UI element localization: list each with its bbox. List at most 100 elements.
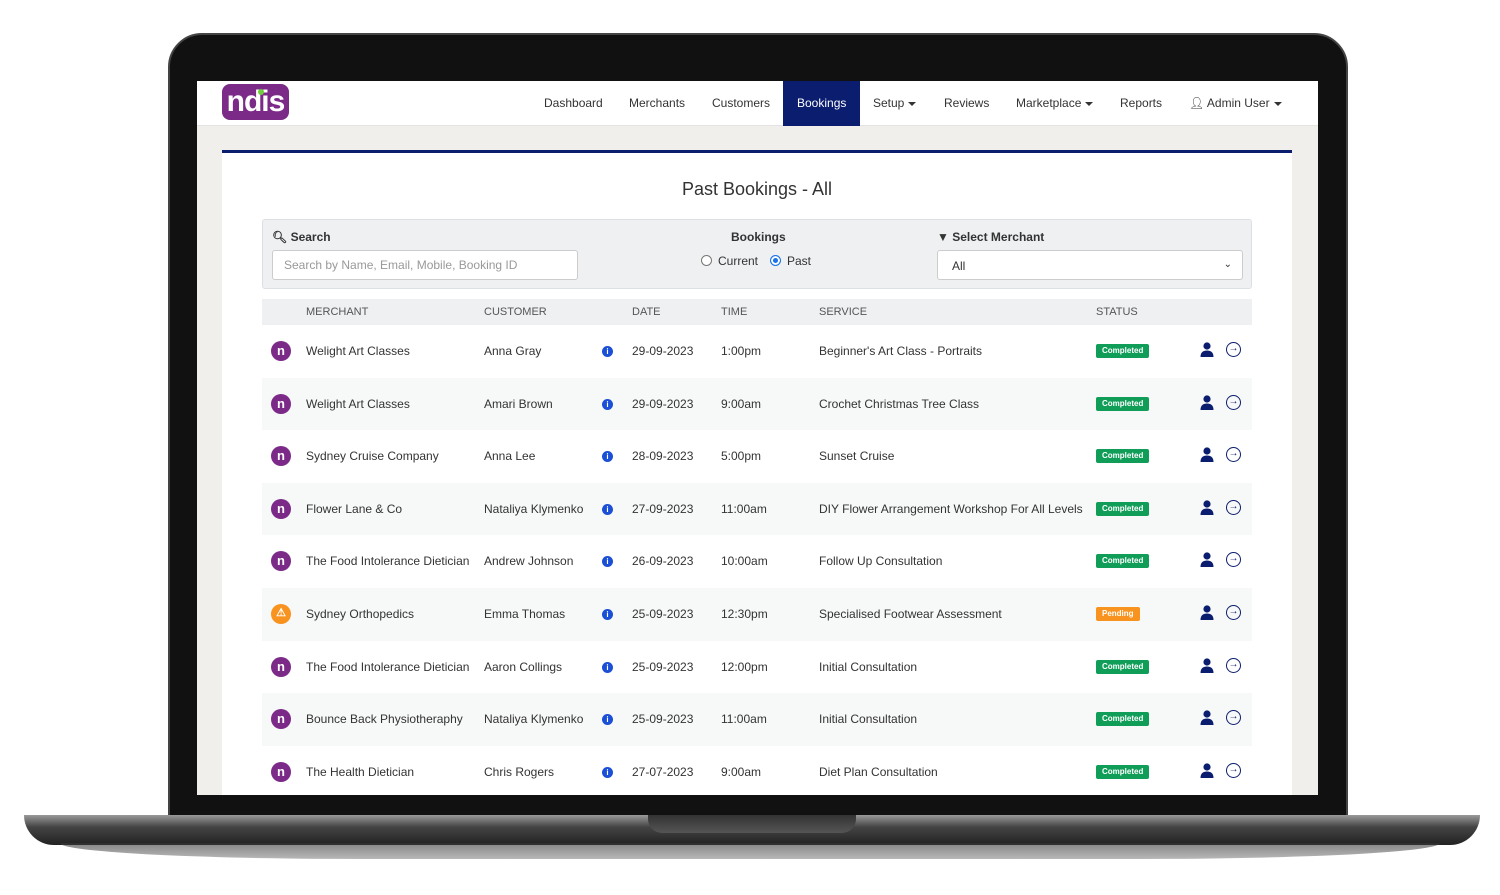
user-icon[interactable] bbox=[1200, 552, 1214, 568]
merchant-avatar: n bbox=[271, 709, 291, 730]
arrow-right-circle-icon[interactable]: → bbox=[1226, 762, 1241, 778]
cell-service: DIY Flower Arrangement Workshop For All … bbox=[819, 501, 1083, 516]
cell-merchant: The Food Intolerance Dietician bbox=[306, 659, 470, 674]
table-row[interactable]: n Sydney Cruise Company Anna Lee 28-09-2023… bbox=[262, 430, 1252, 483]
filter-panel: 🔍︎ Search Search by Name, Email, Mobile,… bbox=[262, 219, 1252, 289]
info-icon[interactable]: i bbox=[602, 766, 613, 778]
cell-service: Initial Consultation bbox=[819, 712, 918, 727]
merchant-select[interactable]: All ⌄ bbox=[937, 250, 1243, 280]
cell-time: 12:00pm bbox=[721, 659, 768, 674]
nav-reviews[interactable]: Reviews bbox=[930, 81, 1003, 126]
radio-button[interactable] bbox=[701, 255, 712, 266]
merchant-avatar: n bbox=[271, 551, 291, 572]
table-row[interactable]: ⚠︎ Sydney Orthopedics Emma Thomas 25-09-202… bbox=[262, 588, 1252, 641]
table-row[interactable]: n The Food Intolerance Dietician Andrew Jo… bbox=[262, 535, 1252, 588]
merchant-avatar: n bbox=[271, 393, 291, 414]
arrow-right-circle-icon[interactable]: → bbox=[1226, 605, 1241, 620]
info-icon[interactable]: i bbox=[602, 556, 613, 568]
user-icon[interactable] bbox=[1200, 763, 1214, 779]
arrow-right-circle-icon[interactable]: → bbox=[1226, 447, 1241, 463]
cell-service: Specialised Footwear Assessment bbox=[819, 607, 1002, 621]
cell-customer: Andrew Johnson bbox=[484, 554, 574, 569]
user-icon[interactable] bbox=[1200, 710, 1214, 726]
ndis-logo[interactable]: ndis bbox=[222, 84, 289, 120]
cell-date: 25-09-2023 bbox=[632, 659, 694, 674]
status-badge: Completed bbox=[1096, 344, 1150, 358]
cell-customer: Chris Rogers bbox=[484, 764, 555, 779]
column-header: MERCHANT bbox=[306, 306, 369, 318]
search-input[interactable]: Search by Name, Email, Mobile, Booking I… bbox=[272, 250, 578, 280]
arrow-right-circle-icon[interactable]: → bbox=[1226, 657, 1241, 673]
user-icon[interactable] bbox=[1200, 605, 1214, 621]
table-row[interactable]: n Welight Art Classes Anna Gray 29-09-2023 1… bbox=[262, 325, 1252, 378]
user-icon[interactable] bbox=[1200, 657, 1214, 674]
status-badge: Pending bbox=[1096, 607, 1140, 621]
arrow-right-circle-icon[interactable]: → bbox=[1226, 499, 1241, 515]
nav-merchants[interactable]: Merchants bbox=[615, 81, 699, 126]
arrow-right-circle-icon[interactable]: → bbox=[1226, 342, 1241, 357]
info-icon[interactable]: i bbox=[602, 346, 613, 357]
radio-past[interactable]: Past bbox=[770, 254, 811, 268]
cell-service: Diet Plan Consultation bbox=[819, 764, 938, 779]
navbar: ndis Dashboard Merchants Customers Bookings… bbox=[197, 81, 1318, 126]
merchant-avatar: n bbox=[271, 446, 291, 467]
caret-down-icon bbox=[1085, 101, 1094, 106]
column-header: SERVICE bbox=[819, 306, 868, 318]
user-icon[interactable] bbox=[1200, 342, 1214, 358]
cell-time: 5:00pm bbox=[721, 449, 762, 464]
user-icon[interactable] bbox=[1200, 447, 1214, 463]
status-badge: Completed bbox=[1096, 396, 1150, 411]
table-row[interactable]: n Bounce Back Physiotheraphy Nataliya Klym… bbox=[262, 693, 1252, 746]
status-badge: Completed bbox=[1096, 554, 1150, 569]
laptop-notch bbox=[648, 815, 856, 833]
cell-date: 28-09-2023 bbox=[632, 449, 694, 464]
cell-date: 27-07-2023 bbox=[632, 764, 694, 779]
chevron-down-icon: ⌄ bbox=[1223, 259, 1232, 270]
cell-customer: Nataliya Klymenko bbox=[484, 501, 584, 516]
info-icon[interactable]: i bbox=[602, 398, 613, 410]
user-icon[interactable] bbox=[1200, 394, 1214, 411]
nav-customers[interactable]: Customers bbox=[698, 81, 784, 126]
cell-date: 25-09-2023 bbox=[632, 607, 694, 621]
nav-marketplace[interactable]: Marketplace bbox=[1002, 81, 1107, 126]
arrow-right-circle-icon[interactable]: → bbox=[1226, 710, 1241, 726]
info-icon[interactable]: i bbox=[602, 714, 613, 726]
nav-reports[interactable]: Reports bbox=[1106, 81, 1176, 126]
nav-dashboard[interactable]: Dashboard bbox=[530, 81, 617, 126]
info-icon[interactable]: i bbox=[602, 503, 613, 515]
warning-icon: ⚠︎ bbox=[271, 604, 291, 624]
arrow-right-circle-icon[interactable]: → bbox=[1226, 552, 1241, 568]
radio-current[interactable]: Current bbox=[701, 254, 758, 268]
status-badge: Completed bbox=[1096, 501, 1150, 516]
bookings-card: Past Bookings - All 🔍︎ Search Search by … bbox=[222, 150, 1292, 795]
radio-button-checked[interactable] bbox=[770, 255, 781, 266]
cell-time: 10:00am bbox=[721, 554, 768, 569]
filter-icon: ▼ bbox=[937, 230, 949, 244]
user-icon[interactable] bbox=[1200, 500, 1214, 516]
cell-service: Beginner's Art Class - Portraits bbox=[819, 344, 983, 358]
cell-customer: Nataliya Klymenko bbox=[484, 712, 584, 727]
caret-down-icon bbox=[908, 101, 917, 106]
table-row[interactable]: n The Health Dietician Chris Rogers 27-07-2… bbox=[262, 746, 1252, 795]
arrow-right-circle-icon[interactable]: → bbox=[1226, 394, 1241, 410]
table-row[interactable]: n Welight Art Classes Amari Brown 29-09-202… bbox=[262, 377, 1252, 431]
info-icon[interactable]: i bbox=[602, 609, 613, 620]
nav-setup[interactable]: Setup bbox=[859, 81, 930, 126]
nav-bookings[interactable]: Bookings bbox=[783, 81, 861, 126]
column-header: DATE bbox=[632, 306, 661, 318]
nav-admin-user[interactable]: 👤︎ Admin User bbox=[1175, 81, 1296, 126]
status-badge: Completed bbox=[1096, 659, 1150, 674]
info-icon[interactable]: i bbox=[602, 451, 613, 463]
caret-down-icon bbox=[1273, 101, 1282, 106]
table-row[interactable]: n Flower Lane & Co Nataliya Klymenko 27-09-… bbox=[262, 482, 1252, 536]
info-icon[interactable]: i bbox=[602, 661, 613, 673]
column-header: CUSTOMER bbox=[484, 306, 547, 318]
table-header: MERCHANT CUSTOMER DATE TIME SERVICE STATUS bbox=[262, 299, 1252, 325]
column-header: TIME bbox=[721, 306, 748, 318]
status-badge: Completed bbox=[1096, 712, 1150, 727]
table-row[interactable]: n The Food Intolerance Dietician Aaron Col… bbox=[262, 641, 1252, 694]
merchant-avatar: n bbox=[271, 656, 291, 677]
cell-time: 11:00am bbox=[721, 501, 767, 516]
bookings-label: Bookings bbox=[731, 230, 786, 244]
cell-merchant: Welight Art Classes bbox=[306, 344, 410, 358]
